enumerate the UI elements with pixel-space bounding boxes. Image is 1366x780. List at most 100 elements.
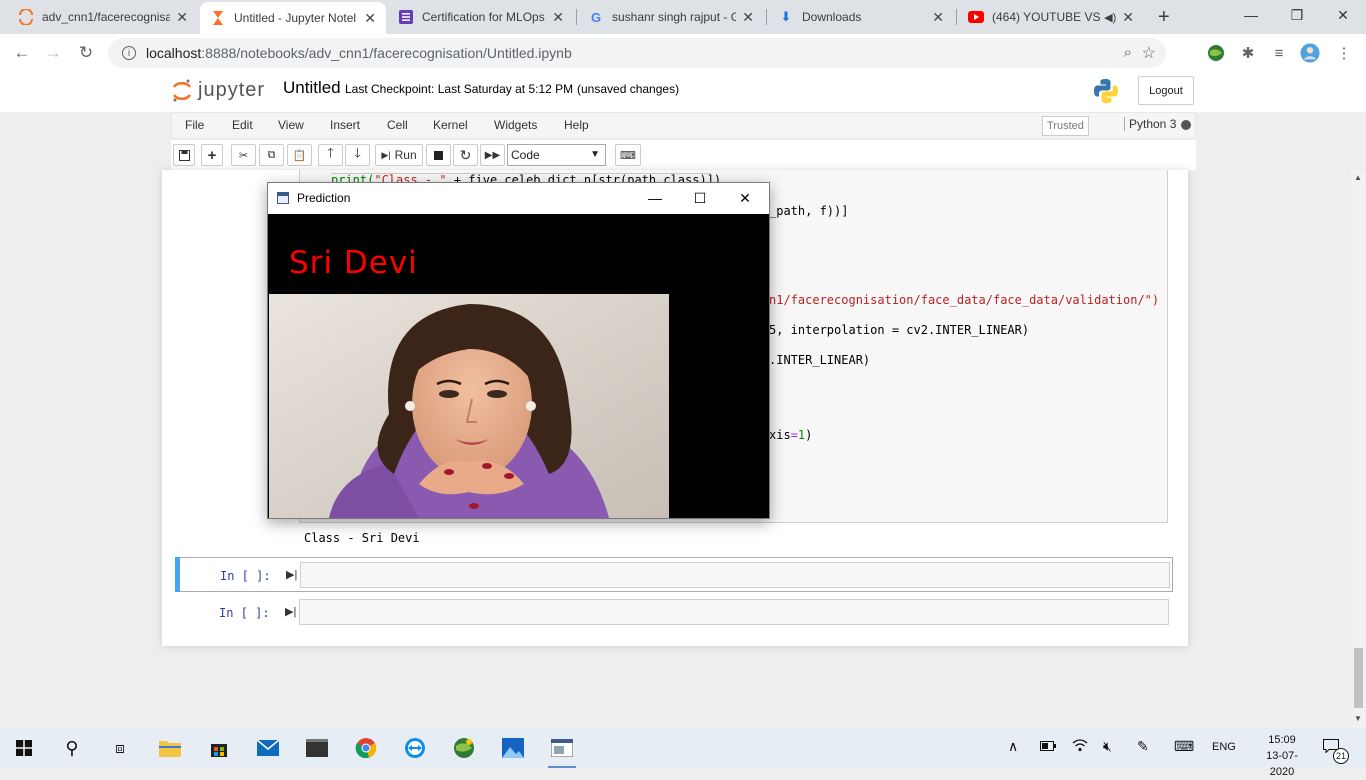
- keyboard-icon[interactable]: ⌨: [1174, 738, 1194, 755]
- fast-forward-icon[interactable]: ▶▶: [480, 144, 505, 166]
- file-explorer-icon[interactable]: [152, 734, 188, 762]
- bookmark-star-icon[interactable]: ☆: [1142, 43, 1156, 63]
- battery-icon[interactable]: [1040, 738, 1056, 754]
- photos-icon[interactable]: [495, 734, 531, 762]
- copy-icon[interactable]: ⧉: [259, 144, 284, 166]
- trusted-badge[interactable]: Trusted: [1042, 116, 1089, 136]
- tab-title: Untitled - Jupyter Notel: [234, 11, 357, 25]
- browser-tab-active[interactable]: Untitled - Jupyter Notel ✕: [200, 2, 386, 34]
- chrome-menu-icon[interactable]: ⋮: [1334, 43, 1354, 63]
- browser-tab[interactable]: ⬇ Downloads ✕: [768, 0, 954, 34]
- browser-tab-strip: adv_cnn1/facerecognisa ✕ Untitled - Jupy…: [0, 0, 1366, 34]
- globe-app-icon[interactable]: [446, 734, 482, 762]
- logout-button[interactable]: Logout: [1138, 76, 1194, 105]
- browser-tab[interactable]: G sushanr singh rajput - G ✕: [578, 0, 764, 34]
- restart-icon[interactable]: ↻: [453, 144, 478, 166]
- move-up-icon[interactable]: 🡑: [318, 144, 343, 166]
- scroll-down-icon[interactable]: ▼: [1354, 714, 1362, 723]
- info-icon[interactable]: i: [122, 46, 136, 60]
- close-icon[interactable]: ✕: [932, 9, 944, 26]
- teamviewer-icon[interactable]: [397, 734, 433, 762]
- terminal-icon[interactable]: [299, 734, 335, 762]
- store-icon[interactable]: [201, 734, 237, 762]
- code-cell-selected[interactable]: In [ ]: ▶|: [175, 557, 1173, 592]
- zoom-icon[interactable]: ⌕: [1124, 44, 1132, 61]
- menu-kernel[interactable]: Kernel: [433, 118, 468, 132]
- wifi-icon[interactable]: [1072, 738, 1088, 755]
- jupyter-logo[interactable]: jupyter: [172, 78, 265, 102]
- paste-icon[interactable]: 📋: [287, 144, 312, 166]
- restore-icon[interactable]: ❐: [1274, 0, 1320, 30]
- window-titlebar[interactable]: Prediction — ☐ ✕: [268, 183, 769, 214]
- close-icon[interactable]: ✕: [364, 10, 376, 27]
- move-down-icon[interactable]: 🡓: [345, 144, 370, 166]
- menu-widgets[interactable]: Widgets: [494, 118, 537, 132]
- language-indicator[interactable]: ENG: [1212, 741, 1236, 753]
- close-icon[interactable]: ✕: [742, 9, 754, 26]
- menu-file[interactable]: File: [185, 118, 204, 132]
- jupyter-menubar: File Edit View Insert Cell Kernel Widget…: [171, 112, 1196, 139]
- code-operator: =: [790, 428, 798, 442]
- code-cell[interactable]: In [ ]: ▶|: [175, 595, 1173, 630]
- page-scrollbar[interactable]: ▲ ▼: [1351, 170, 1366, 728]
- scrollbar-thumb[interactable]: [1354, 648, 1363, 708]
- close-icon[interactable]: ✕: [176, 9, 188, 26]
- cell-input[interactable]: [300, 562, 1170, 588]
- clock[interactable]: 15:09 13-07-2020: [1254, 732, 1310, 780]
- run-label: Run: [394, 148, 417, 162]
- menu-insert[interactable]: Insert: [330, 118, 360, 132]
- back-icon[interactable]: ←: [7, 34, 37, 72]
- cell-input[interactable]: [299, 599, 1169, 625]
- windows-start-icon[interactable]: [6, 734, 42, 762]
- close-icon[interactable]: ✕: [1122, 9, 1134, 26]
- opencv-window-taskbar-icon[interactable]: [544, 734, 580, 768]
- mail-icon[interactable]: [250, 734, 286, 762]
- chrome-icon[interactable]: [348, 734, 384, 762]
- browser-tab[interactable]: (464) YOUTUBE VS ◀) ✕: [958, 0, 1144, 34]
- search-icon[interactable]: ⚲: [54, 734, 90, 762]
- run-cell-icon[interactable]: ▶|: [286, 568, 297, 581]
- menu-cell[interactable]: Cell: [387, 118, 408, 132]
- interrupt-icon[interactable]: [426, 144, 451, 166]
- pen-icon[interactable]: ✎: [1137, 738, 1149, 755]
- run-button[interactable]: ▶| Run: [375, 144, 423, 166]
- menu-edit[interactable]: Edit: [232, 118, 253, 132]
- maximize-icon[interactable]: ☐: [685, 187, 715, 209]
- url-host: localhost: [146, 45, 202, 61]
- scroll-up-icon[interactable]: ▲: [1354, 173, 1362, 182]
- tab-title: Certification for MLOps: [422, 10, 545, 24]
- keyboard-icon[interactable]: ⌨: [615, 144, 641, 166]
- tab-title: adv_cnn1/facerecognisa: [42, 10, 171, 24]
- globe-extension-icon[interactable]: [1206, 43, 1226, 63]
- save-icon[interactable]: [173, 144, 195, 166]
- browser-tab[interactable]: adv_cnn1/facerecognisa ✕: [8, 0, 198, 34]
- reload-icon[interactable]: ↻: [71, 34, 101, 72]
- prediction-window[interactable]: Prediction — ☐ ✕ Sri Devi: [267, 182, 770, 519]
- minimize-icon[interactable]: —: [1228, 0, 1274, 30]
- speaker-icon[interactable]: ◀): [1104, 11, 1116, 24]
- extensions-puzzle-icon[interactable]: ✱: [1238, 43, 1258, 63]
- minimize-icon[interactable]: —: [640, 187, 670, 209]
- browser-tab[interactable]: Certification for MLOps ✕: [388, 0, 574, 34]
- add-cell-icon[interactable]: +: [201, 144, 223, 166]
- forward-icon[interactable]: →: [38, 34, 68, 72]
- media-queue-icon[interactable]: ≡: [1269, 43, 1289, 63]
- close-icon[interactable]: ✕: [552, 9, 564, 26]
- download-icon: ⬇: [780, 9, 792, 24]
- close-window-icon[interactable]: ✕: [1320, 0, 1366, 30]
- autosave-status: (unsaved changes): [577, 82, 680, 96]
- cell-type-select[interactable]: Code ▼: [507, 144, 606, 166]
- profile-avatar[interactable]: [1300, 43, 1320, 63]
- notebook-title[interactable]: Untitled: [283, 78, 341, 98]
- menu-view[interactable]: View: [278, 118, 304, 132]
- close-icon[interactable]: ✕: [730, 187, 760, 209]
- new-tab-button[interactable]: +: [1148, 0, 1182, 34]
- address-bar[interactable]: i localhost:8888/notebooks/adv_cnn1/face…: [108, 38, 1166, 68]
- chevron-up-icon[interactable]: ∧: [1008, 738, 1018, 755]
- volume-muted-icon[interactable]: 🔇︎: [1103, 738, 1112, 755]
- task-view-icon[interactable]: ⧈: [102, 734, 138, 762]
- code-line: xis=1): [769, 428, 812, 442]
- menu-help[interactable]: Help: [564, 118, 589, 132]
- run-cell-icon[interactable]: ▶|: [285, 605, 296, 618]
- cut-icon[interactable]: ✂: [231, 144, 256, 166]
